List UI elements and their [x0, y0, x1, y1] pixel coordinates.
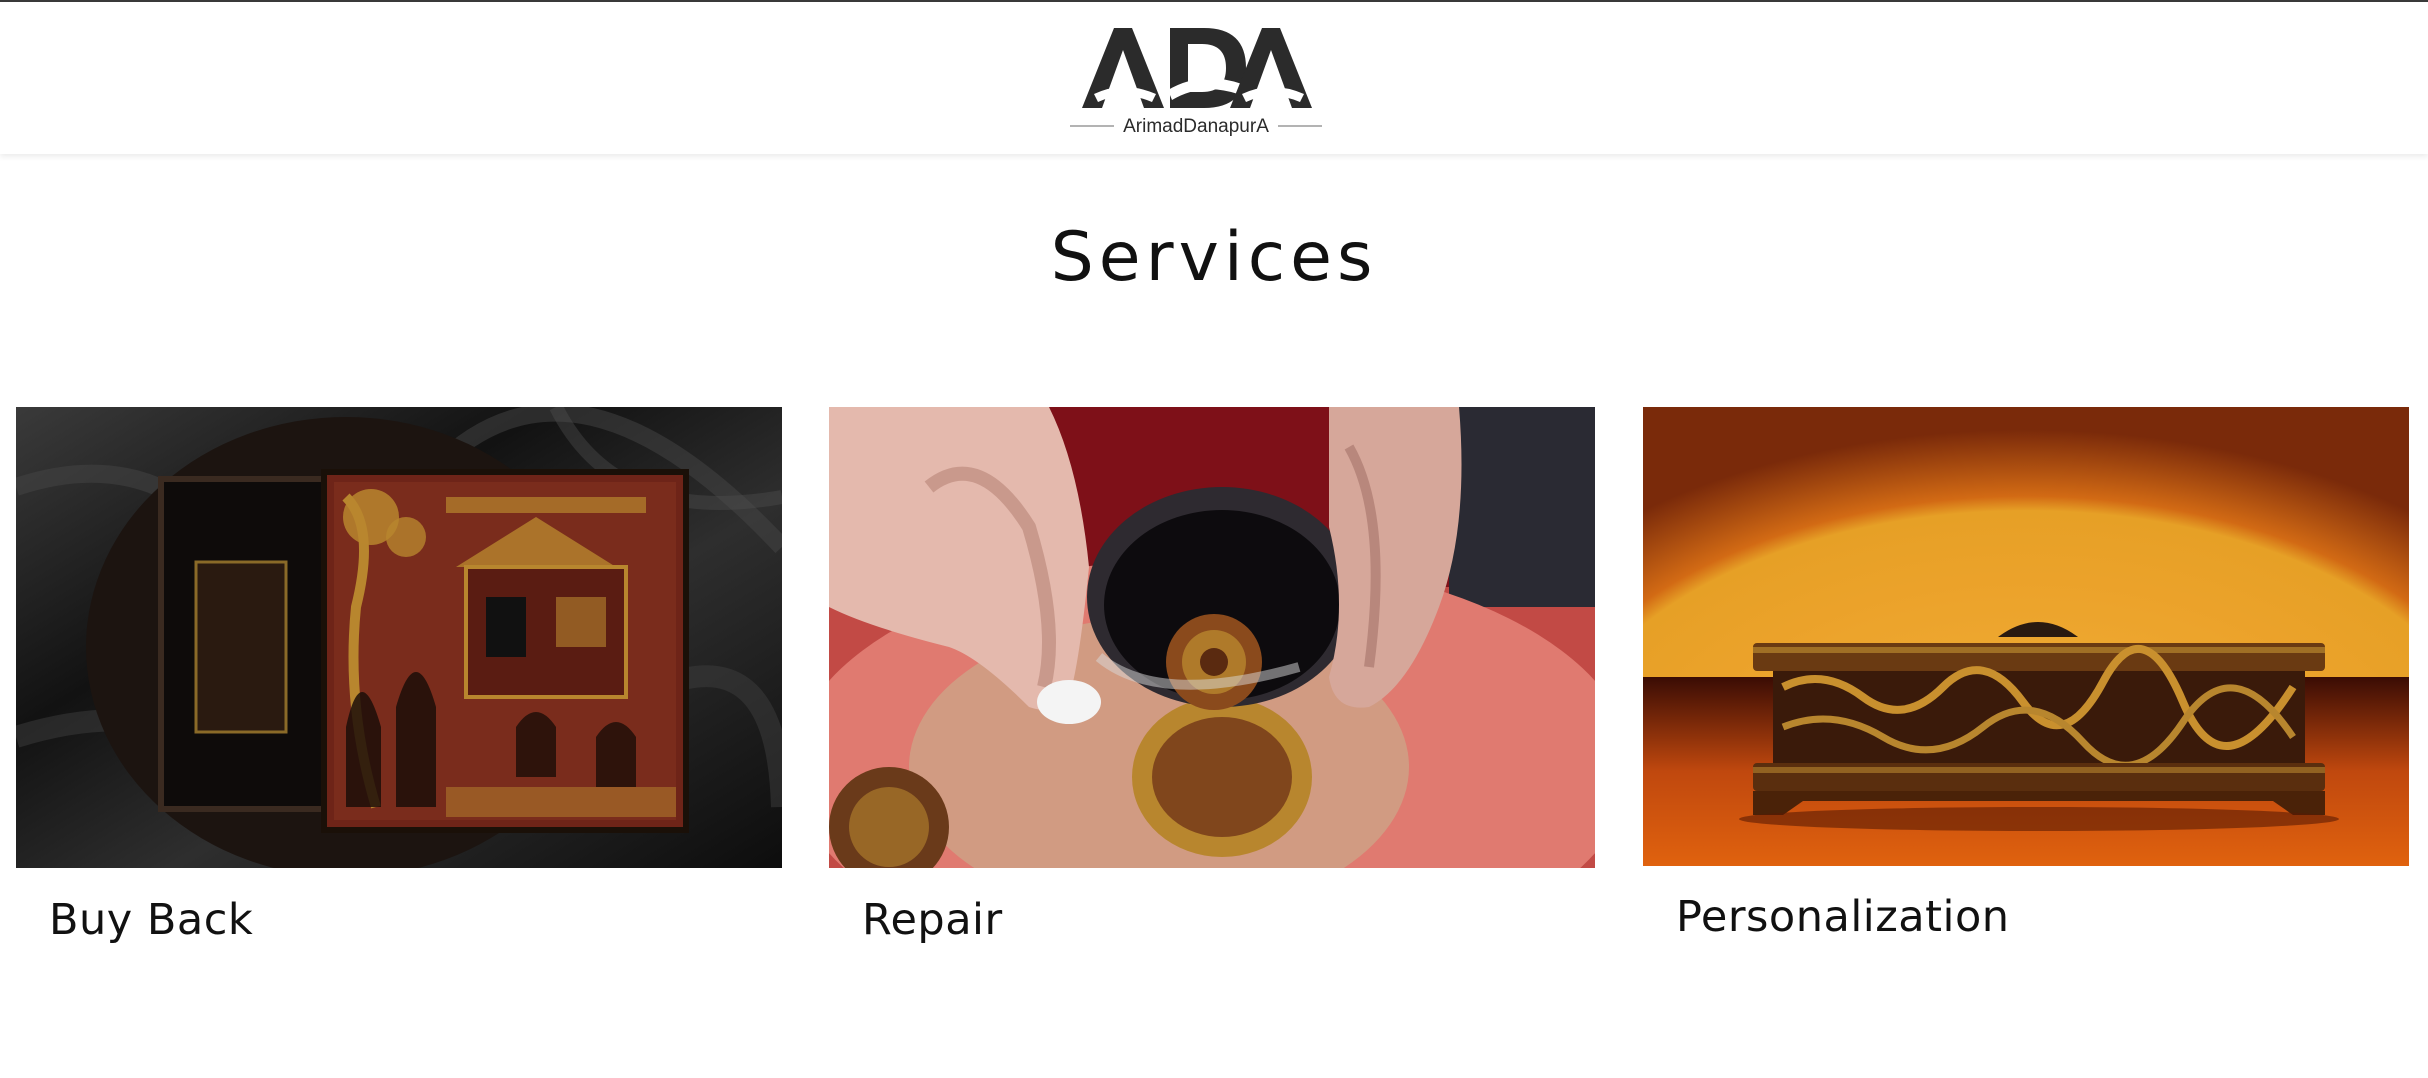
service-card-repair[interactable]: Repair	[829, 407, 1595, 967]
services-heading: Services	[1050, 218, 1378, 297]
repair-label[interactable]: Repair	[862, 895, 1003, 945]
buy-back-label[interactable]: Buy Back	[49, 895, 253, 945]
ada-logo-mark: ArimadDanapurA	[1070, 28, 1322, 137]
logo-subtitle: ArimadDanapurA	[1123, 116, 1269, 137]
repair-image	[829, 407, 1595, 868]
personalization-label[interactable]: Personalization	[1676, 892, 2010, 942]
ada-logo[interactable]: ArimadDanapurA	[1070, 20, 1322, 138]
personalization-image	[1643, 407, 2409, 868]
service-card-buy-back[interactable]: Buy Back	[16, 407, 782, 967]
buy-back-image	[16, 407, 782, 868]
service-card-personalization[interactable]: Personalization	[1643, 407, 2409, 967]
site-header: ArimadDanapurA	[0, 2, 2428, 154]
